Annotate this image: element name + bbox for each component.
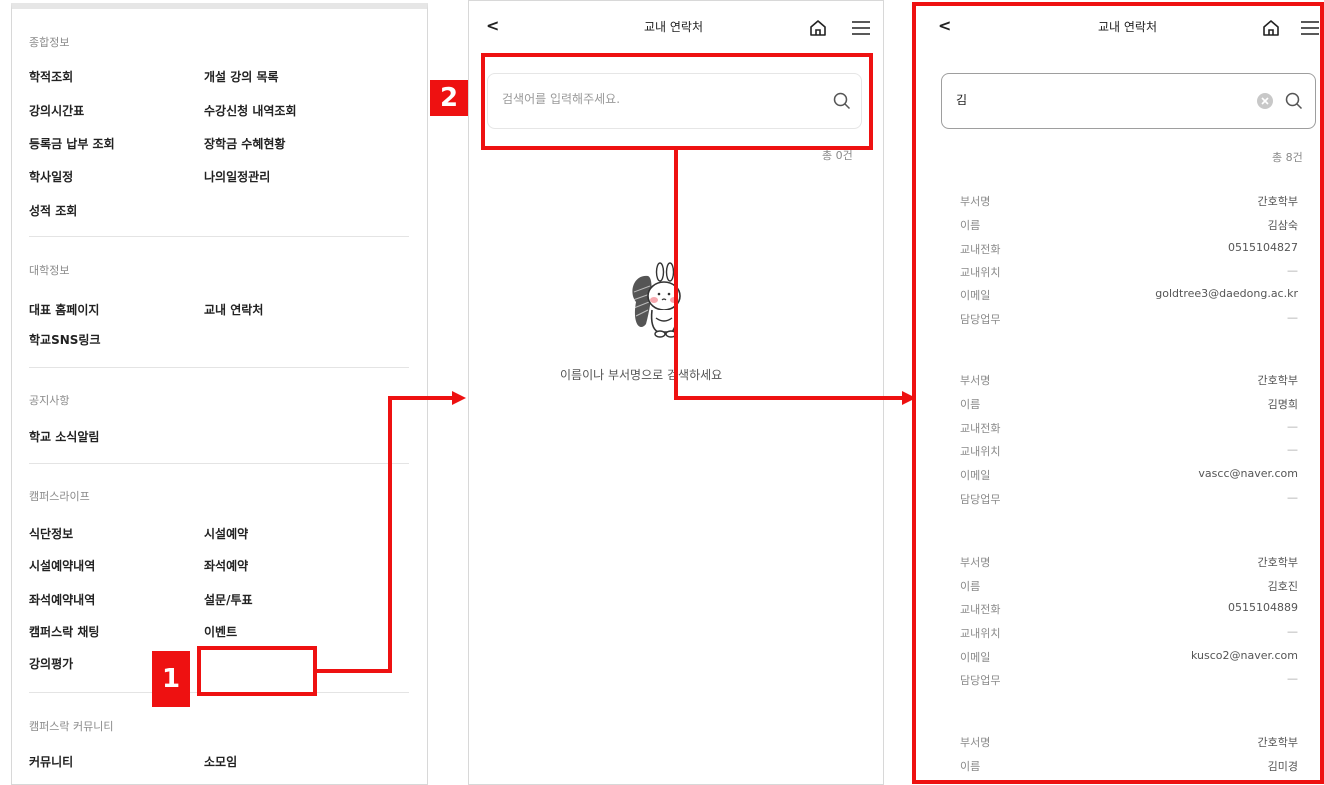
menu-item-registration-history[interactable]: 수강신청 내역조회 [204, 102, 297, 119]
menu-item-my-schedule[interactable]: 나의일정관리 [204, 168, 270, 185]
step-badge-1: 1 [152, 651, 190, 707]
page-title: 교내 연락처 [644, 20, 704, 34]
back-button[interactable]: < [486, 16, 499, 35]
menu-item-academic-calendar[interactable]: 학사일정 [29, 168, 73, 185]
menu-item-campus-contacts[interactable]: 교내 연락처 [204, 301, 263, 318]
menu-item-academic-record[interactable]: 학적조회 [29, 68, 73, 85]
home-icon[interactable] [808, 18, 828, 38]
menu-item-school-news[interactable]: 학교 소식알림 [29, 428, 99, 445]
menu-item-seat-reservation[interactable]: 좌석예약 [204, 557, 248, 574]
step-badge-2: 2 [430, 80, 468, 116]
menu-item-small-group[interactable]: 소모임 [204, 753, 237, 770]
menu-item-campus-chat[interactable]: 캠퍼스락 채팅 [29, 623, 99, 640]
menu-item-sns-links[interactable]: 학교SNS링크 [29, 331, 101, 348]
highlight-box-1 [197, 646, 317, 696]
highlight-box-3 [912, 2, 1324, 784]
menu-item-seat-history[interactable]: 좌석예약내역 [29, 591, 95, 608]
menu-item-grades[interactable]: 성적 조회 [29, 202, 77, 219]
menu-item-event[interactable]: 이벤트 [204, 623, 237, 640]
highlight-box-2 [481, 53, 873, 150]
section-title-campus-life: 캠퍼스라이프 [29, 490, 90, 503]
section-title-notices: 공지사항 [29, 394, 70, 407]
section-title-community: 캠퍼스락 커뮤니티 [29, 720, 114, 733]
arrow-line [388, 396, 392, 673]
menu-item-homepage[interactable]: 대표 홈페이지 [29, 301, 99, 318]
menu-item-timetable[interactable]: 강의시간표 [29, 102, 84, 119]
arrow-line [674, 396, 903, 400]
menu-item-community[interactable]: 커뮤니티 [29, 753, 73, 770]
arrow-line [317, 669, 392, 673]
section-title-university-info: 대학정보 [29, 264, 70, 277]
arrow-head [452, 391, 466, 405]
hamburger-menu-icon[interactable] [852, 20, 870, 36]
menu-item-facility-reservation[interactable]: 시설예약 [204, 525, 248, 542]
menu-item-facility-history[interactable]: 시설예약내역 [29, 557, 95, 574]
menu-item-meal-info[interactable]: 식단정보 [29, 525, 73, 542]
menu-item-course-list[interactable]: 개설 강의 목록 [204, 68, 279, 85]
arrow-line [674, 150, 678, 400]
empty-state-message: 이름이나 부서명으로 검색하세요 [560, 368, 723, 382]
menu-divider [29, 367, 409, 368]
menu-item-course-evaluation[interactable]: 강의평가 [29, 655, 73, 672]
arrow-line [388, 396, 452, 400]
menu-item-survey[interactable]: 설문/투표 [204, 591, 253, 608]
menu-item-scholarship[interactable]: 장학금 수혜현황 [204, 135, 285, 152]
menu-divider [29, 236, 409, 237]
menu-item-tuition-payment[interactable]: 등록금 납부 조회 [29, 135, 115, 152]
section-title-general-info: 종합정보 [29, 36, 70, 49]
mascot-rabbit-icon [632, 262, 681, 338]
menu-divider [29, 463, 409, 464]
